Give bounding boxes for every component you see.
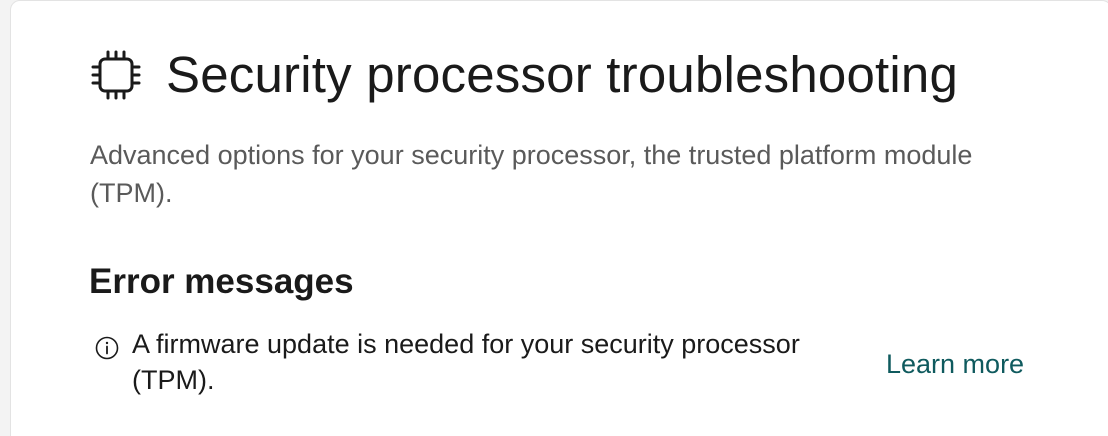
page: Security processor troubleshooting Advan… [0, 0, 1108, 436]
info-icon [95, 336, 119, 360]
page-title: Security processor troubleshooting [166, 46, 959, 103]
error-messages-heading: Error messages [89, 262, 354, 301]
error-message-text: A firmware update is needed for your sec… [132, 329, 800, 395]
page-description: Advanced options for your security proce… [90, 140, 973, 208]
page-header: Security processor troubleshooting [88, 40, 958, 110]
processor-chip-icon [88, 47, 144, 103]
learn-more-link[interactable]: Learn more [886, 346, 1024, 382]
error-message-item: A firmware update is needed for your sec… [95, 326, 1035, 406]
